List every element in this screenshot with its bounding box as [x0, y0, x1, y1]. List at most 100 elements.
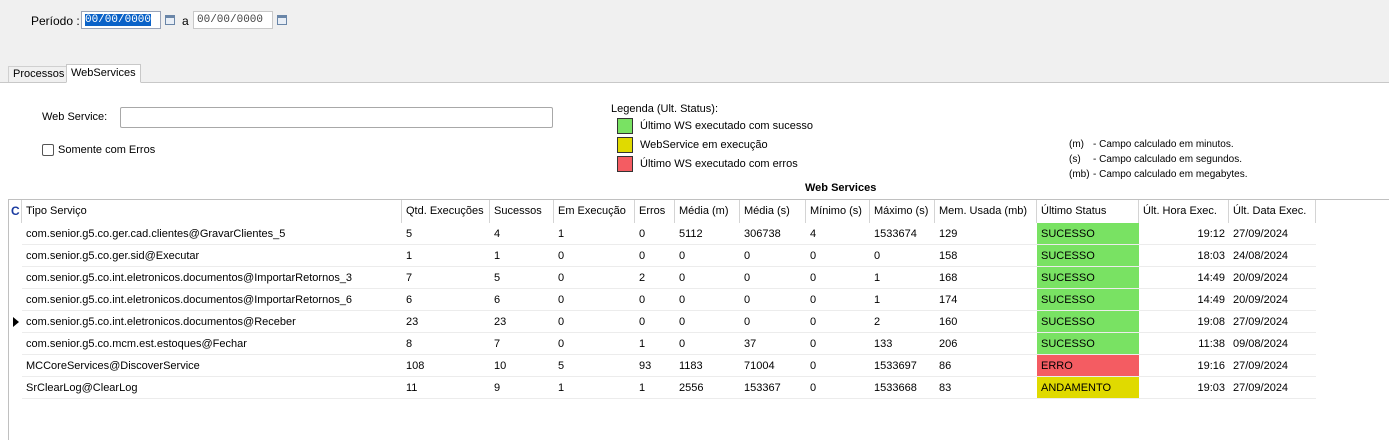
header-col-minimo-s[interactable]: Mínimo (s)	[806, 200, 870, 223]
table-cell[interactable]: 0	[675, 311, 740, 333]
header-col-ult-hora[interactable]: Últ. Hora Exec.	[1139, 200, 1229, 223]
table-cell[interactable]: 1	[402, 245, 490, 267]
table-cell[interactable]: 0	[675, 267, 740, 289]
table-cell[interactable]: 168	[935, 267, 1037, 289]
only-errors-checkbox[interactable]	[42, 144, 54, 156]
header-col-sucessos[interactable]: Sucessos	[490, 200, 554, 223]
table-cell[interactable]: 7	[402, 267, 490, 289]
table-cell[interactable]: 27/09/2024	[1229, 355, 1316, 377]
table-cell[interactable]: 18:03	[1139, 245, 1229, 267]
header-col-em-execucao[interactable]: Em Execução	[554, 200, 635, 223]
table-cell[interactable]: 24/08/2024	[1229, 245, 1316, 267]
status-cell[interactable]: SUCESSO	[1037, 223, 1139, 245]
table-cell[interactable]: 1	[554, 223, 635, 245]
table-cell[interactable]: 0	[554, 267, 635, 289]
web-service-input[interactable]	[120, 107, 553, 128]
table-cell[interactable]: 5	[554, 355, 635, 377]
table-cell[interactable]: 6	[490, 289, 554, 311]
table-cell[interactable]: 0	[740, 267, 806, 289]
date-from-input[interactable]: 00/00/0000	[81, 11, 161, 29]
table-cell[interactable]: 11	[402, 377, 490, 399]
table-cell[interactable]: 27/09/2024	[1229, 223, 1316, 245]
table-cell[interactable]: 4	[806, 223, 870, 245]
table-cell[interactable]: 1	[635, 377, 675, 399]
table-cell[interactable]: 0	[806, 267, 870, 289]
only-errors-label[interactable]: Somente com Erros	[58, 144, 155, 156]
table-cell[interactable]: 71004	[740, 355, 806, 377]
tab-webservices[interactable]: WebServices	[66, 64, 141, 83]
table-cell[interactable]: com.senior.g5.co.ger.cad.clientes@Gravar…	[22, 223, 402, 245]
table-cell[interactable]: 1	[870, 289, 935, 311]
table-cell[interactable]: 306738	[740, 223, 806, 245]
table-cell[interactable]: 174	[935, 289, 1037, 311]
tab-processos[interactable]: Processos	[8, 66, 70, 82]
table-cell[interactable]: 19:16	[1139, 355, 1229, 377]
table-cell[interactable]: 158	[935, 245, 1037, 267]
table-cell[interactable]: 2556	[675, 377, 740, 399]
grid-corner-button[interactable]: C	[9, 200, 22, 223]
header-col-media-m[interactable]: Média (m)	[675, 200, 740, 223]
header-col-qtd-execucoes[interactable]: Qtd. Execuções	[402, 200, 490, 223]
table-cell[interactable]: 160	[935, 311, 1037, 333]
status-cell[interactable]: SUCESSO	[1037, 333, 1139, 355]
table-cell[interactable]: 1	[490, 245, 554, 267]
table-cell[interactable]: 11:38	[1139, 333, 1229, 355]
table-cell[interactable]: com.senior.g5.co.int.eletronicos.documen…	[22, 311, 402, 333]
table-cell[interactable]: 2	[635, 267, 675, 289]
table-cell[interactable]: 1533668	[870, 377, 935, 399]
table-cell[interactable]: 0	[635, 289, 675, 311]
header-col-tipo-servico[interactable]: Tipo Serviço	[22, 200, 402, 223]
table-cell[interactable]: 20/09/2024	[1229, 289, 1316, 311]
table-cell[interactable]: 86	[935, 355, 1037, 377]
table-cell[interactable]: 5112	[675, 223, 740, 245]
table-cell[interactable]: 9	[490, 377, 554, 399]
date-to-calendar-button[interactable]	[274, 11, 290, 29]
table-cell[interactable]: 0	[740, 311, 806, 333]
table-cell[interactable]: MCCoreServices@DiscoverService	[22, 355, 402, 377]
header-col-erros[interactable]: Erros	[635, 200, 675, 223]
table-cell[interactable]: 0	[635, 311, 675, 333]
table-cell[interactable]: 0	[554, 311, 635, 333]
table-cell[interactable]: 6	[402, 289, 490, 311]
table-cell[interactable]: 0	[675, 245, 740, 267]
table-cell[interactable]: com.senior.g5.co.ger.sid@Executar	[22, 245, 402, 267]
header-col-maximo-s[interactable]: Máximo (s)	[870, 200, 935, 223]
table-cell[interactable]: 0	[806, 311, 870, 333]
table-cell[interactable]: 129	[935, 223, 1037, 245]
table-cell[interactable]: 133	[870, 333, 935, 355]
table-cell[interactable]: 14:49	[1139, 289, 1229, 311]
table-cell[interactable]: 20/09/2024	[1229, 267, 1316, 289]
table-cell[interactable]: 23	[490, 311, 554, 333]
table-cell[interactable]: 153367	[740, 377, 806, 399]
table-cell[interactable]: 14:49	[1139, 267, 1229, 289]
table-cell[interactable]: SrClearLog@ClearLog	[22, 377, 402, 399]
table-cell[interactable]: 0	[554, 333, 635, 355]
table-cell[interactable]: 1	[554, 377, 635, 399]
table-cell[interactable]: 1533674	[870, 223, 935, 245]
header-col-media-s[interactable]: Média (s)	[740, 200, 806, 223]
table-cell[interactable]: 0	[806, 289, 870, 311]
table-cell[interactable]: com.senior.g5.co.mcm.est.estoques@Fechar	[22, 333, 402, 355]
table-cell[interactable]: 2	[870, 311, 935, 333]
table-cell[interactable]: 0	[635, 245, 675, 267]
table-cell[interactable]: 206	[935, 333, 1037, 355]
table-cell[interactable]: 83	[935, 377, 1037, 399]
table-cell[interactable]: 0	[806, 333, 870, 355]
table-cell[interactable]: 0	[870, 245, 935, 267]
table-cell[interactable]: 0	[675, 289, 740, 311]
table-cell[interactable]: 27/09/2024	[1229, 377, 1316, 399]
table-cell[interactable]: 0	[740, 289, 806, 311]
status-cell[interactable]: SUCESSO	[1037, 311, 1139, 333]
header-col-mem-usada[interactable]: Mem. Usada (mb)	[935, 200, 1037, 223]
status-cell[interactable]: ERRO	[1037, 355, 1139, 377]
table-cell[interactable]: 8	[402, 333, 490, 355]
table-cell[interactable]: 09/08/2024	[1229, 333, 1316, 355]
header-col-ult-data[interactable]: Últ. Data Exec.	[1229, 200, 1316, 223]
table-cell[interactable]: com.senior.g5.co.int.eletronicos.documen…	[22, 267, 402, 289]
table-cell[interactable]: 1	[870, 267, 935, 289]
status-cell[interactable]: SUCESSO	[1037, 267, 1139, 289]
status-cell[interactable]: SUCESSO	[1037, 245, 1139, 267]
header-col-ultimo-status[interactable]: Último Status	[1037, 200, 1139, 223]
table-cell[interactable]: 0	[554, 245, 635, 267]
table-cell[interactable]: 19:03	[1139, 377, 1229, 399]
